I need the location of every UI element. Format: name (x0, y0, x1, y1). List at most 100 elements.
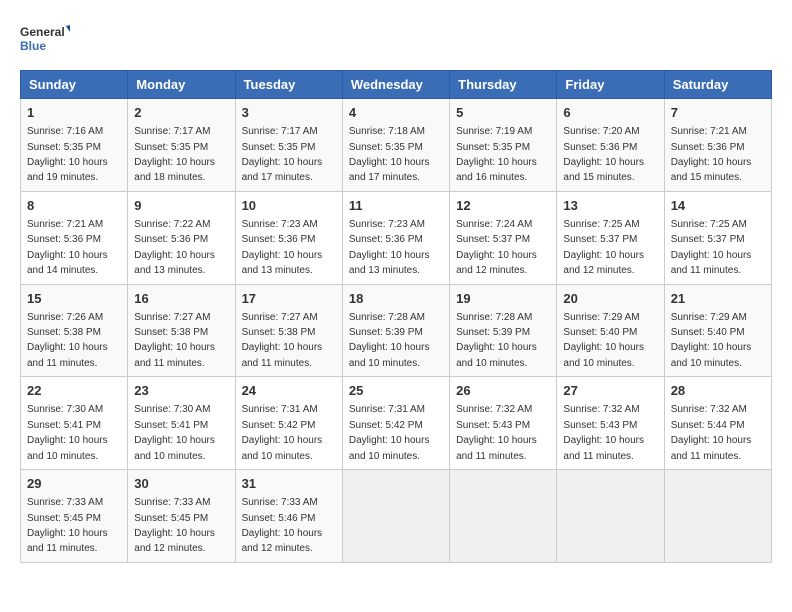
day-number: 27 (563, 382, 657, 400)
day-number: 21 (671, 290, 765, 308)
day-info: Sunrise: 7:31 AMSunset: 5:42 PMDaylight:… (349, 404, 430, 461)
day-number: 12 (456, 197, 550, 215)
day-number: 6 (563, 104, 657, 122)
day-number: 15 (27, 290, 121, 308)
calendar-cell: 9 Sunrise: 7:22 AMSunset: 5:36 PMDayligh… (128, 191, 235, 284)
day-info: Sunrise: 7:32 AMSunset: 5:43 PMDaylight:… (456, 404, 537, 461)
calendar-cell: 17 Sunrise: 7:27 AMSunset: 5:38 PMDaylig… (235, 284, 342, 377)
weekday-header-monday: Monday (128, 71, 235, 99)
calendar-cell: 18 Sunrise: 7:28 AMSunset: 5:39 PMDaylig… (342, 284, 449, 377)
day-number: 22 (27, 382, 121, 400)
day-number: 5 (456, 104, 550, 122)
day-number: 18 (349, 290, 443, 308)
day-number: 3 (242, 104, 336, 122)
day-info: Sunrise: 7:27 AMSunset: 5:38 PMDaylight:… (242, 312, 323, 369)
calendar-cell (557, 470, 664, 563)
day-info: Sunrise: 7:33 AMSunset: 5:46 PMDaylight:… (242, 497, 323, 554)
day-info: Sunrise: 7:32 AMSunset: 5:44 PMDaylight:… (671, 404, 752, 461)
day-number: 25 (349, 382, 443, 400)
svg-text:Blue: Blue (20, 39, 46, 53)
day-info: Sunrise: 7:27 AMSunset: 5:38 PMDaylight:… (134, 312, 215, 369)
day-number: 11 (349, 197, 443, 215)
calendar-cell: 25 Sunrise: 7:31 AMSunset: 5:42 PMDaylig… (342, 377, 449, 470)
day-info: Sunrise: 7:23 AMSunset: 5:36 PMDaylight:… (349, 219, 430, 276)
calendar-week-1: 1 Sunrise: 7:16 AMSunset: 5:35 PMDayligh… (21, 99, 772, 192)
weekday-header-friday: Friday (557, 71, 664, 99)
weekday-header-sunday: Sunday (21, 71, 128, 99)
day-number: 10 (242, 197, 336, 215)
day-info: Sunrise: 7:17 AMSunset: 5:35 PMDaylight:… (242, 126, 323, 183)
day-number: 17 (242, 290, 336, 308)
day-number: 31 (242, 475, 336, 493)
day-info: Sunrise: 7:30 AMSunset: 5:41 PMDaylight:… (27, 404, 108, 461)
day-number: 23 (134, 382, 228, 400)
calendar-cell: 23 Sunrise: 7:30 AMSunset: 5:41 PMDaylig… (128, 377, 235, 470)
day-number: 13 (563, 197, 657, 215)
weekday-header-saturday: Saturday (664, 71, 771, 99)
day-info: Sunrise: 7:25 AMSunset: 5:37 PMDaylight:… (671, 219, 752, 276)
day-info: Sunrise: 7:23 AMSunset: 5:36 PMDaylight:… (242, 219, 323, 276)
day-info: Sunrise: 7:16 AMSunset: 5:35 PMDaylight:… (27, 126, 108, 183)
day-info: Sunrise: 7:33 AMSunset: 5:45 PMDaylight:… (134, 497, 215, 554)
calendar-cell: 20 Sunrise: 7:29 AMSunset: 5:40 PMDaylig… (557, 284, 664, 377)
weekday-header-tuesday: Tuesday (235, 71, 342, 99)
calendar-cell: 1 Sunrise: 7:16 AMSunset: 5:35 PMDayligh… (21, 99, 128, 192)
day-info: Sunrise: 7:24 AMSunset: 5:37 PMDaylight:… (456, 219, 537, 276)
day-info: Sunrise: 7:21 AMSunset: 5:36 PMDaylight:… (671, 126, 752, 183)
day-info: Sunrise: 7:21 AMSunset: 5:36 PMDaylight:… (27, 219, 108, 276)
calendar-cell: 30 Sunrise: 7:33 AMSunset: 5:45 PMDaylig… (128, 470, 235, 563)
day-info: Sunrise: 7:29 AMSunset: 5:40 PMDaylight:… (563, 312, 644, 369)
day-number: 16 (134, 290, 228, 308)
day-info: Sunrise: 7:32 AMSunset: 5:43 PMDaylight:… (563, 404, 644, 461)
day-number: 26 (456, 382, 550, 400)
calendar-cell: 24 Sunrise: 7:31 AMSunset: 5:42 PMDaylig… (235, 377, 342, 470)
day-info: Sunrise: 7:19 AMSunset: 5:35 PMDaylight:… (456, 126, 537, 183)
calendar-cell: 19 Sunrise: 7:28 AMSunset: 5:39 PMDaylig… (450, 284, 557, 377)
logo: General Blue (20, 20, 70, 60)
day-number: 24 (242, 382, 336, 400)
calendar-week-2: 8 Sunrise: 7:21 AMSunset: 5:36 PMDayligh… (21, 191, 772, 284)
calendar-cell: 16 Sunrise: 7:27 AMSunset: 5:38 PMDaylig… (128, 284, 235, 377)
day-info: Sunrise: 7:28 AMSunset: 5:39 PMDaylight:… (456, 312, 537, 369)
calendar-cell: 29 Sunrise: 7:33 AMSunset: 5:45 PMDaylig… (21, 470, 128, 563)
calendar-cell: 31 Sunrise: 7:33 AMSunset: 5:46 PMDaylig… (235, 470, 342, 563)
calendar-cell: 21 Sunrise: 7:29 AMSunset: 5:40 PMDaylig… (664, 284, 771, 377)
page-header: General Blue (20, 20, 772, 60)
day-info: Sunrise: 7:29 AMSunset: 5:40 PMDaylight:… (671, 312, 752, 369)
calendar-body: 1 Sunrise: 7:16 AMSunset: 5:35 PMDayligh… (21, 99, 772, 563)
calendar-week-4: 22 Sunrise: 7:30 AMSunset: 5:41 PMDaylig… (21, 377, 772, 470)
logo-svg: General Blue (20, 20, 70, 60)
calendar-cell: 12 Sunrise: 7:24 AMSunset: 5:37 PMDaylig… (450, 191, 557, 284)
weekday-header-wednesday: Wednesday (342, 71, 449, 99)
day-info: Sunrise: 7:31 AMSunset: 5:42 PMDaylight:… (242, 404, 323, 461)
day-info: Sunrise: 7:20 AMSunset: 5:36 PMDaylight:… (563, 126, 644, 183)
calendar-cell: 26 Sunrise: 7:32 AMSunset: 5:43 PMDaylig… (450, 377, 557, 470)
calendar-cell (342, 470, 449, 563)
calendar-table: SundayMondayTuesdayWednesdayThursdayFrid… (20, 70, 772, 563)
day-info: Sunrise: 7:28 AMSunset: 5:39 PMDaylight:… (349, 312, 430, 369)
calendar-cell (664, 470, 771, 563)
calendar-cell: 28 Sunrise: 7:32 AMSunset: 5:44 PMDaylig… (664, 377, 771, 470)
calendar-cell: 5 Sunrise: 7:19 AMSunset: 5:35 PMDayligh… (450, 99, 557, 192)
day-info: Sunrise: 7:22 AMSunset: 5:36 PMDaylight:… (134, 219, 215, 276)
svg-text:General: General (20, 25, 65, 39)
calendar-cell: 10 Sunrise: 7:23 AMSunset: 5:36 PMDaylig… (235, 191, 342, 284)
day-number: 2 (134, 104, 228, 122)
calendar-cell: 15 Sunrise: 7:26 AMSunset: 5:38 PMDaylig… (21, 284, 128, 377)
day-info: Sunrise: 7:26 AMSunset: 5:38 PMDaylight:… (27, 312, 108, 369)
day-number: 8 (27, 197, 121, 215)
calendar-cell: 14 Sunrise: 7:25 AMSunset: 5:37 PMDaylig… (664, 191, 771, 284)
calendar-cell: 22 Sunrise: 7:30 AMSunset: 5:41 PMDaylig… (21, 377, 128, 470)
day-number: 28 (671, 382, 765, 400)
day-number: 1 (27, 104, 121, 122)
calendar-cell: 4 Sunrise: 7:18 AMSunset: 5:35 PMDayligh… (342, 99, 449, 192)
weekday-header-thursday: Thursday (450, 71, 557, 99)
day-number: 7 (671, 104, 765, 122)
calendar-cell: 6 Sunrise: 7:20 AMSunset: 5:36 PMDayligh… (557, 99, 664, 192)
day-info: Sunrise: 7:30 AMSunset: 5:41 PMDaylight:… (134, 404, 215, 461)
day-number: 9 (134, 197, 228, 215)
calendar-cell: 8 Sunrise: 7:21 AMSunset: 5:36 PMDayligh… (21, 191, 128, 284)
calendar-cell: 2 Sunrise: 7:17 AMSunset: 5:35 PMDayligh… (128, 99, 235, 192)
day-number: 30 (134, 475, 228, 493)
day-info: Sunrise: 7:17 AMSunset: 5:35 PMDaylight:… (134, 126, 215, 183)
